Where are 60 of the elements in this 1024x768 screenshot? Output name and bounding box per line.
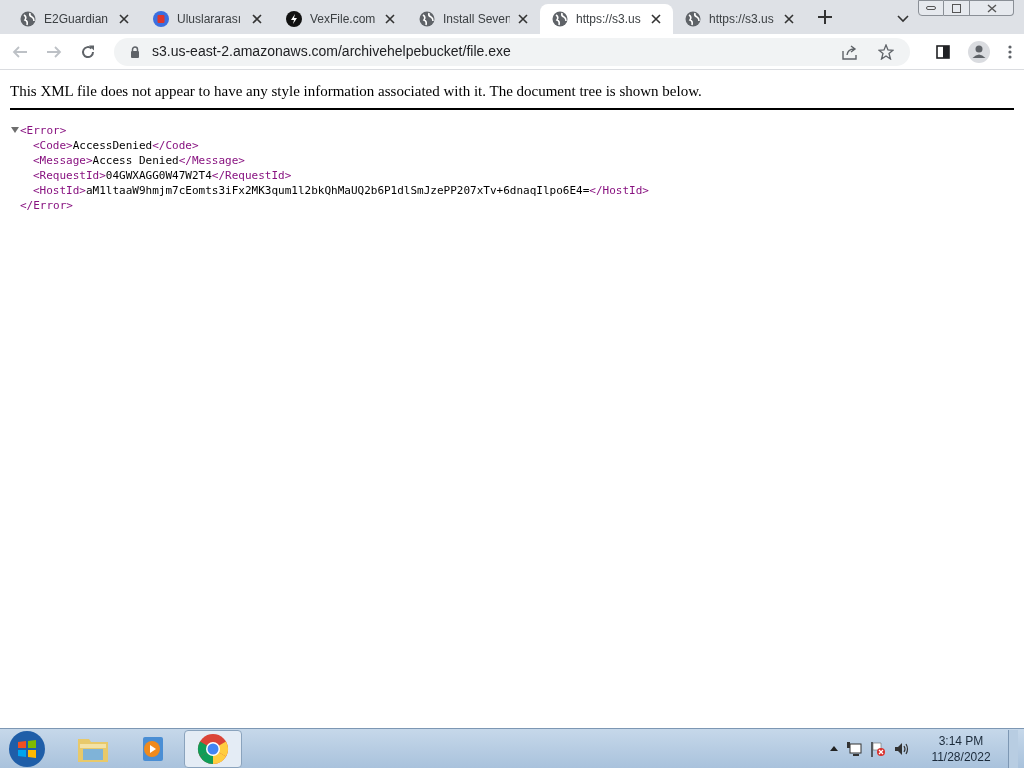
- xml-value: aM1ltaaW9hmjm7cEomts3iFx2MK3qum1l2bkQhMaUQ2b6P1dlSmJzePP207xTv+6dnaqIlpo6E4=: [86, 182, 590, 198]
- close-icon[interactable]: [651, 14, 661, 24]
- tab-title: E2Guardian: [44, 11, 110, 28]
- start-button[interactable]: [8, 729, 46, 768]
- bolt-icon: [286, 11, 302, 27]
- tab-title: VexFile.com: [310, 11, 377, 28]
- xml-value: Access Denied: [92, 152, 179, 168]
- star-icon[interactable]: [878, 43, 894, 60]
- browser-tab[interactable]: https://s3.us: [540, 4, 673, 34]
- close-icon[interactable]: [784, 14, 794, 24]
- xml-tag: </Message>: [178, 152, 245, 168]
- globe-icon: [20, 11, 36, 27]
- xml-tag: <Message>: [33, 152, 93, 168]
- globe-icon: [685, 11, 701, 27]
- close-icon[interactable]: [252, 14, 262, 24]
- menu-icon[interactable]: [1008, 44, 1012, 59]
- xml-tag: <Error>: [20, 122, 67, 138]
- xml-tag: </Code>: [152, 137, 199, 153]
- address-field[interactable]: s3.us-east-2.amazonaws.com/archivehelpebucket/file.exe: [114, 37, 910, 66]
- xml-tag: </Error>: [20, 197, 73, 213]
- xml-notice: This XML file does not appear to have any style information associated with it. The document tree is shown below.: [10, 80, 1014, 110]
- xml-tag: <RequestId>: [33, 167, 106, 183]
- xml-tag: <HostId>: [33, 182, 86, 198]
- new-tab-icon[interactable]: [818, 10, 832, 24]
- show-hidden-icons[interactable]: [830, 746, 838, 751]
- close-icon[interactable]: [119, 14, 129, 24]
- globe-icon: [552, 11, 568, 27]
- restore-button[interactable]: [944, 0, 970, 16]
- xml-tag: <Code>: [33, 137, 73, 153]
- close-icon[interactable]: [518, 14, 528, 24]
- tab-title: https://s3.us: [709, 11, 775, 28]
- chevron-down-icon[interactable]: [897, 15, 909, 23]
- reload-icon[interactable]: [80, 43, 96, 60]
- tab-title: Uluslararası: [177, 11, 243, 28]
- browser-tab[interactable]: E2Guardian: [8, 4, 141, 34]
- chrome-icon: [197, 732, 229, 765]
- share-icon[interactable]: [842, 43, 858, 60]
- side-panel-icon[interactable]: [936, 44, 950, 59]
- flag-icon[interactable]: [870, 740, 886, 757]
- browser-tab[interactable]: VexFile.com: [274, 4, 407, 34]
- taskbar-button[interactable]: [184, 729, 242, 768]
- xml-tag: </RequestId>: [211, 167, 292, 183]
- profile-icon[interactable]: [968, 40, 990, 63]
- tab-title: https://s3.us: [576, 11, 642, 28]
- clock-time: 3:14 PM: [938, 732, 984, 749]
- app-icon: [153, 11, 169, 27]
- globe-icon: [419, 11, 435, 27]
- xml-tag: </HostId>: [589, 182, 649, 198]
- minimize-button[interactable]: [918, 0, 944, 16]
- browser-tab[interactable]: https://s3.us: [673, 4, 806, 34]
- xml-value: 04GWXAGG0W47W2T4: [105, 167, 212, 183]
- lock-icon: [130, 45, 140, 58]
- close-icon[interactable]: [385, 14, 395, 24]
- network-icon[interactable]: [846, 740, 862, 757]
- xml-value: AccessDenied: [72, 137, 153, 153]
- collapse-triangle-icon[interactable]: [10, 125, 20, 135]
- clock-date: 11/28/2022: [931, 748, 991, 765]
- browser-tab[interactable]: Uluslararası: [141, 4, 274, 34]
- close-window-button[interactable]: [970, 0, 1014, 16]
- close-icon: [986, 3, 997, 13]
